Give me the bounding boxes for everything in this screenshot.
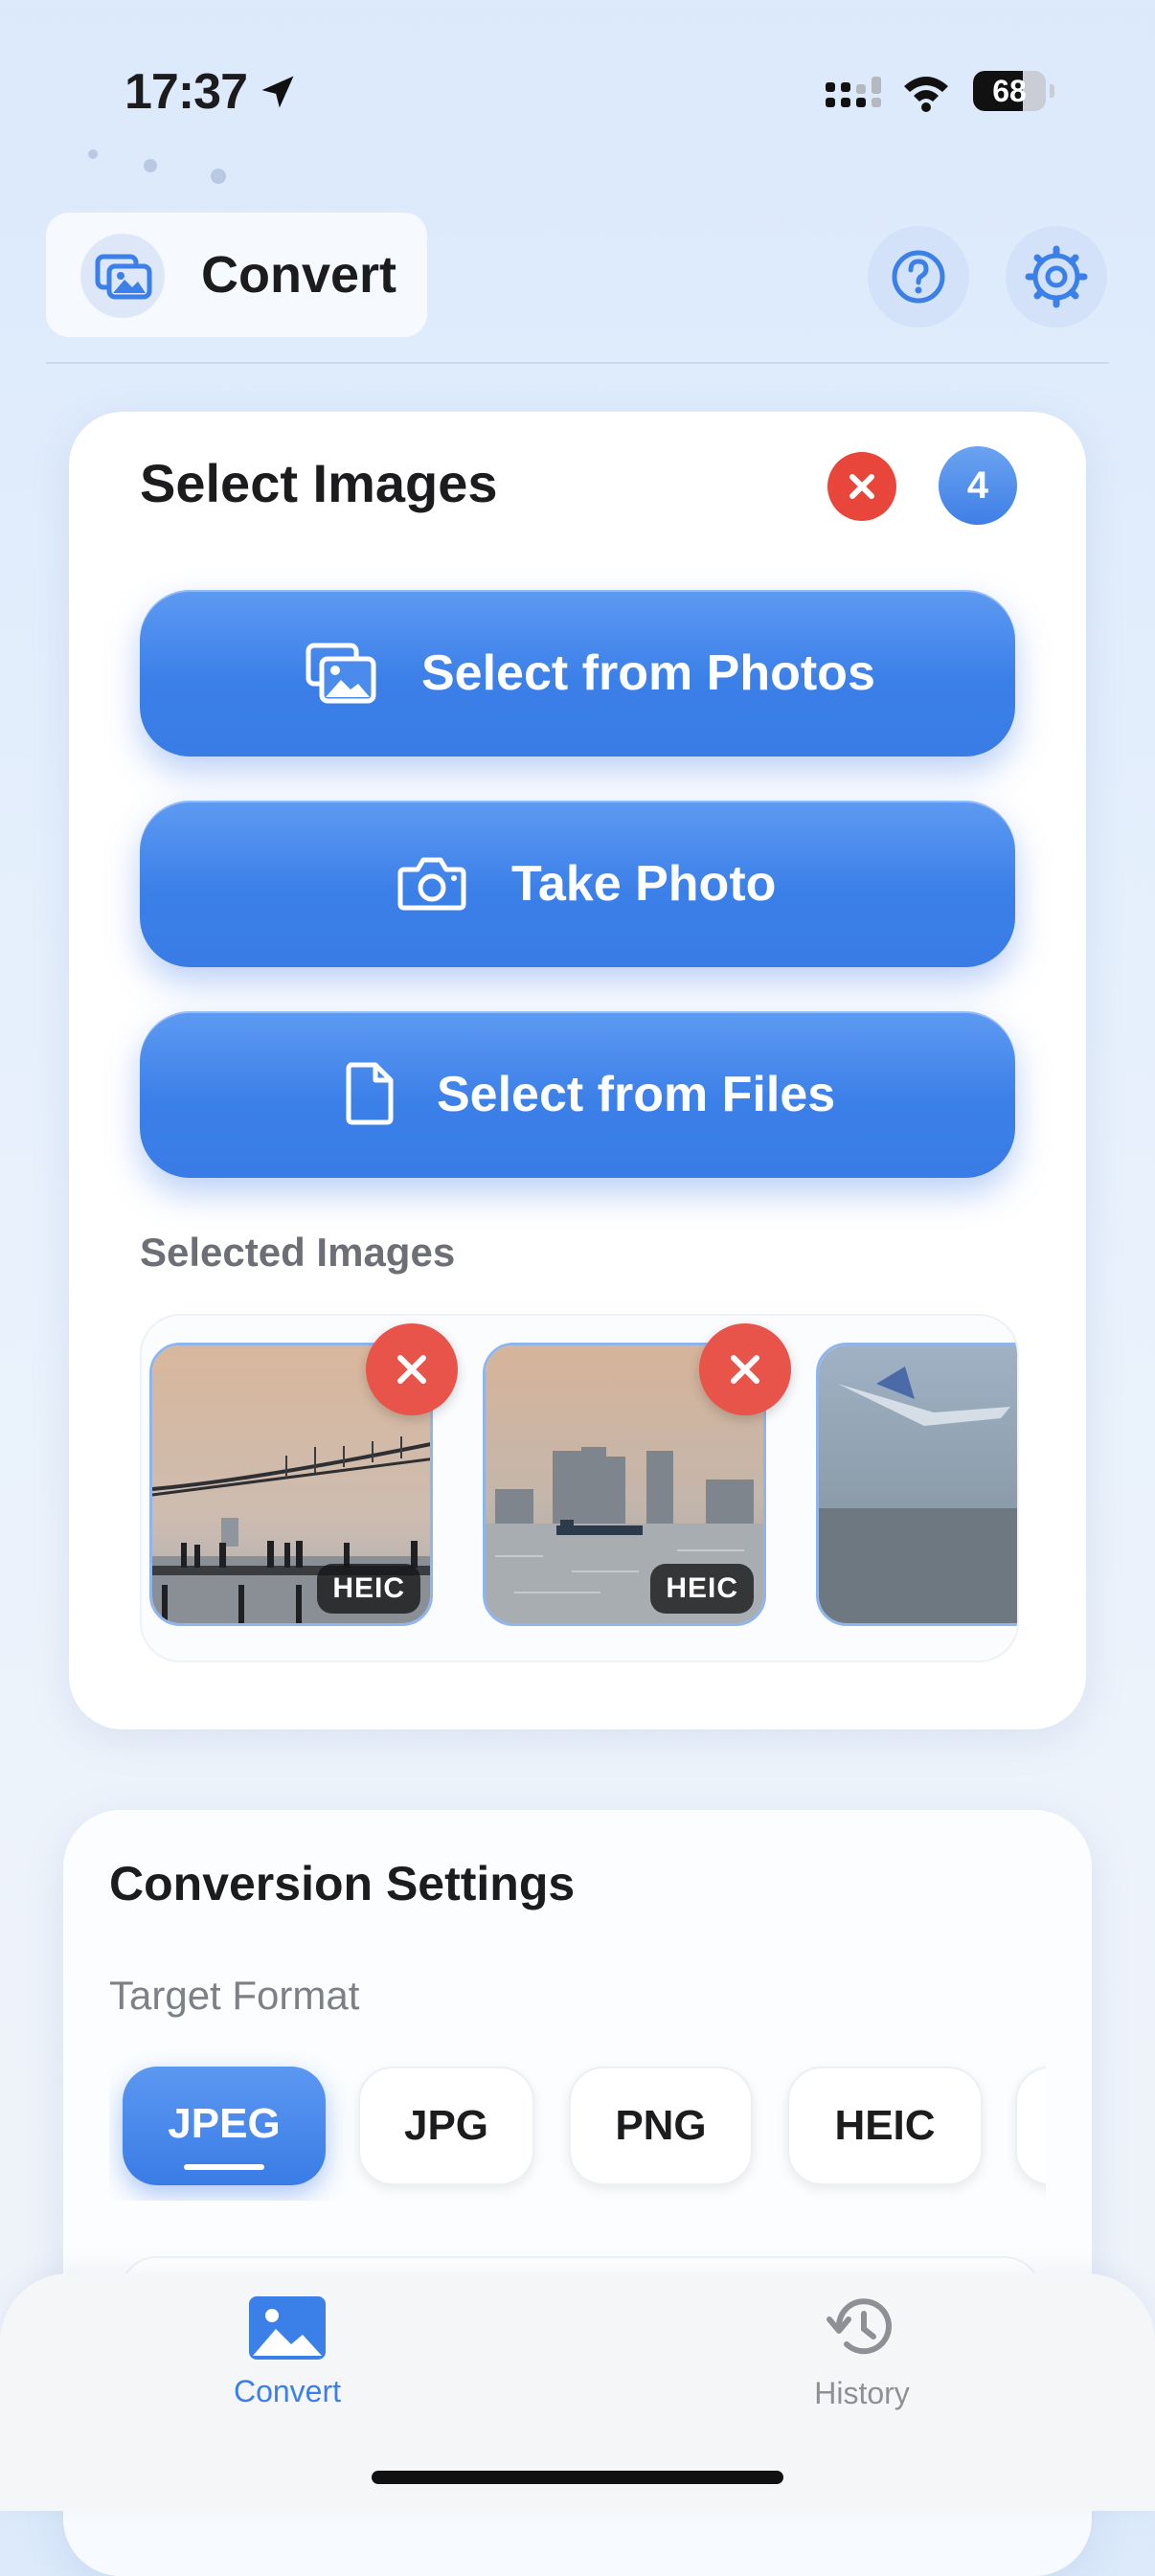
photos-icon xyxy=(306,643,376,704)
remove-image-button[interactable] xyxy=(366,1323,458,1415)
selected-images-label: Selected Images xyxy=(140,1230,456,1275)
format-option-jpg[interactable]: JPG xyxy=(358,2067,534,2185)
page-title: Convert xyxy=(201,246,397,304)
cellular-signal-icon xyxy=(826,77,881,107)
format-badge: HEIC xyxy=(317,1564,420,1614)
conversion-settings-title: Conversion Settings xyxy=(109,1857,576,1910)
selected-underline xyxy=(184,2164,264,2170)
close-icon xyxy=(397,1355,426,1384)
home-indicator xyxy=(372,2471,783,2484)
thumbnail-image-plane xyxy=(819,1345,1017,1623)
selected-images-strip[interactable]: HEIC HEIC xyxy=(140,1314,1019,1662)
selected-count-badge: 4 xyxy=(939,446,1017,525)
app-title-pill: Convert xyxy=(46,213,427,337)
format-option-png[interactable]: PNG xyxy=(569,2067,753,2185)
convert-logo-icon xyxy=(80,234,165,318)
close-icon xyxy=(849,474,874,499)
format-option-heic[interactable]: HEIC xyxy=(787,2067,983,2185)
format-option-label: PNG xyxy=(615,2102,707,2149)
wifi-icon xyxy=(904,77,948,112)
battery-indicator: 68 xyxy=(973,71,1054,113)
format-option-label: JPEG xyxy=(168,2100,281,2147)
photo-icon xyxy=(249,2296,326,2360)
header-divider xyxy=(46,362,1109,364)
select-images-title: Select Images xyxy=(140,453,498,513)
battery-percent: 68 xyxy=(992,74,1027,108)
format-option-label: JPG xyxy=(403,2102,489,2149)
tab-history[interactable]: History xyxy=(766,2291,958,2411)
document-icon xyxy=(346,1062,394,1125)
clear-all-button[interactable] xyxy=(827,452,896,521)
format-option-more[interactable] xyxy=(1015,2067,1046,2185)
target-format-label: Target Format xyxy=(109,1973,360,2018)
select-from-files-label: Select from Files xyxy=(437,1067,836,1122)
question-circle-icon xyxy=(892,250,945,304)
tab-history-label: History xyxy=(814,2376,910,2410)
image-thumbnail[interactable]: JI xyxy=(816,1343,1017,1626)
tab-convert-label: Convert xyxy=(233,2374,342,2408)
location-arrow-icon xyxy=(261,76,294,108)
help-button[interactable] xyxy=(868,226,969,328)
status-time: 17:37 xyxy=(125,64,248,120)
take-photo-label: Take Photo xyxy=(511,856,777,912)
settings-button[interactable] xyxy=(1006,226,1107,328)
select-from-photos-label: Select from Photos xyxy=(421,645,875,701)
format-badge: HEIC xyxy=(650,1564,754,1614)
format-option-jpeg[interactable]: JPEG xyxy=(123,2067,326,2185)
history-clock-icon xyxy=(827,2298,892,2355)
remove-image-button[interactable] xyxy=(699,1323,791,1415)
tab-convert[interactable]: Convert xyxy=(192,2294,383,2409)
format-option-label: HEIC xyxy=(834,2102,936,2149)
gear-icon xyxy=(1025,245,1088,308)
take-photo-button[interactable]: Take Photo xyxy=(140,801,1015,967)
close-icon xyxy=(731,1355,759,1384)
select-from-photos-button[interactable]: Select from Photos xyxy=(140,590,1015,757)
status-bar: 17:37 68 xyxy=(0,0,1155,192)
format-selector: JPEG JPG PNG HEIC xyxy=(109,2045,1046,2201)
select-from-files-button[interactable]: Select from Files xyxy=(140,1011,1015,1178)
camera-icon xyxy=(397,857,466,911)
